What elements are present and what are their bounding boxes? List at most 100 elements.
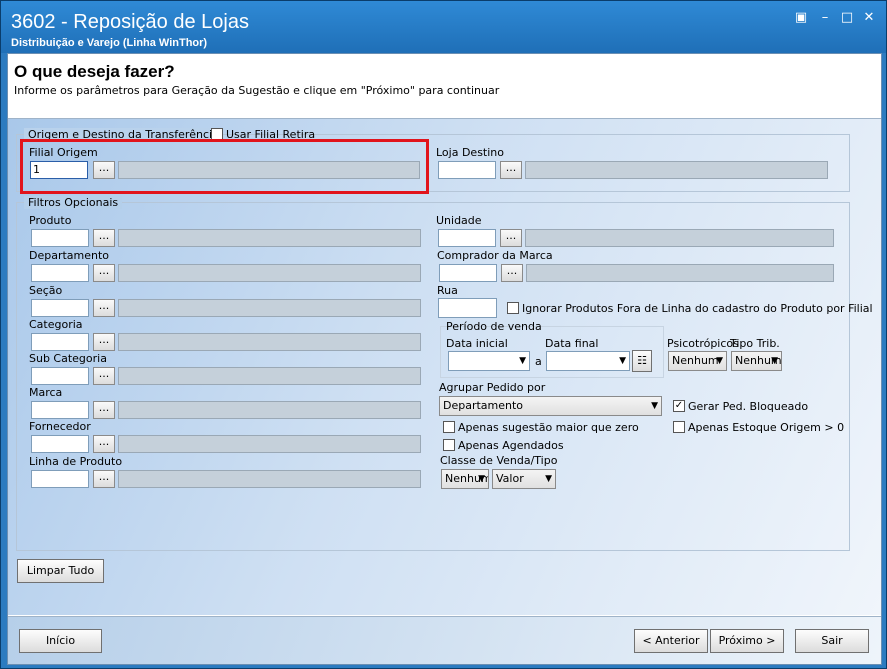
- marca-input[interactable]: [31, 401, 89, 419]
- departamento-lookup-button[interactable]: ...: [93, 264, 115, 282]
- linha-produto-description: [118, 470, 421, 488]
- departamento-input[interactable]: [31, 264, 89, 282]
- page-instruction: Informe os parâmetros para Geração da Su…: [14, 84, 500, 97]
- classe-venda-select[interactable]: Nenhum ▼: [441, 469, 489, 489]
- unidade-input[interactable]: [438, 229, 496, 247]
- marca-lookup-button[interactable]: ...: [93, 401, 115, 419]
- inicio-button[interactable]: Início: [19, 629, 102, 653]
- data-final-label: Data final: [545, 337, 599, 350]
- apenas-agendados-label: Apenas Agendados: [458, 439, 564, 452]
- minimize-icon[interactable]: –: [815, 9, 835, 27]
- data-separator: a: [535, 355, 542, 368]
- maximize-icon[interactable]: □: [837, 9, 857, 27]
- chevron-down-icon: ▼: [545, 474, 552, 484]
- ignorar-fora-linha-checkbox[interactable]: [507, 302, 519, 314]
- secao-label: Seção: [29, 284, 63, 297]
- chevron-down-icon: ▼: [619, 356, 626, 366]
- unidade-label: Unidade: [436, 214, 482, 227]
- chevron-down-icon: ▼: [716, 356, 723, 366]
- restore-icon[interactable]: ▣: [791, 9, 811, 27]
- app-window: 3602 - Reposição de Lojas Distribuição e…: [0, 0, 887, 669]
- sub-categoria-description: [118, 367, 421, 385]
- loja-destino-lookup-button[interactable]: ...: [500, 161, 522, 179]
- comprador-marca-input[interactable]: [439, 264, 497, 282]
- categoria-description: [118, 333, 421, 351]
- secao-description: [118, 299, 421, 317]
- departamento-label: Departamento: [29, 249, 110, 262]
- marca-description: [118, 401, 421, 419]
- rua-input[interactable]: [438, 298, 497, 318]
- sair-button[interactable]: Sair: [795, 629, 869, 653]
- agrupar-pedido-value: Departamento: [443, 399, 524, 412]
- data-inicial-label: Data inicial: [446, 337, 508, 350]
- title-bar[interactable]: 3602 - Reposição de Lojas Distribuição e…: [1, 1, 886, 53]
- secao-input[interactable]: [31, 299, 89, 317]
- apenas-sugestao-checkbox[interactable]: [443, 421, 455, 433]
- departamento-description: [118, 264, 421, 282]
- produto-description: [118, 229, 421, 247]
- agrupar-pedido-label: Agrupar Pedido por: [439, 381, 546, 394]
- limpar-tudo-button[interactable]: Limpar Tudo: [17, 559, 104, 583]
- classe-venda-label: Classe de Venda/Tipo: [440, 454, 558, 467]
- tipo-trib-select[interactable]: Nenhum ▼: [731, 351, 782, 371]
- wizard-body: Origem e Destino da Transferência Usar F…: [8, 119, 881, 615]
- categoria-label: Categoria: [29, 318, 83, 331]
- periodo-venda-label: Período de venda: [446, 320, 542, 333]
- apenas-estoque-label: Apenas Estoque Origem > 0: [688, 421, 845, 434]
- produto-input[interactable]: [31, 229, 89, 247]
- tipo-venda-select[interactable]: Valor ▼: [492, 469, 556, 489]
- proximo-button[interactable]: Próximo >: [710, 629, 784, 653]
- data-final-picker[interactable]: ▼: [546, 351, 630, 371]
- loja-destino-description: [525, 161, 828, 179]
- gerar-ped-bloqueado-checkbox[interactable]: ✓: [673, 400, 685, 412]
- calendar-icon[interactable]: ☷: [632, 350, 652, 372]
- window-title: 3602 - Reposição de Lojas: [11, 11, 249, 33]
- page-title: O que deseja fazer?: [14, 62, 175, 81]
- produto-label: Produto: [29, 214, 72, 227]
- agrupar-pedido-select[interactable]: Departamento ▼: [439, 396, 662, 416]
- secao-lookup-button[interactable]: ...: [93, 299, 115, 317]
- apenas-sugestao-label: Apenas sugestão maior que zero: [458, 421, 639, 434]
- close-icon[interactable]: ✕: [859, 9, 879, 27]
- filters-group-label: Filtros Opcionais: [24, 196, 123, 209]
- chevron-down-icon: ▼: [478, 474, 485, 484]
- produto-lookup-button[interactable]: ...: [93, 229, 115, 247]
- fornecedor-lookup-button[interactable]: ...: [93, 435, 115, 453]
- apenas-estoque-checkbox[interactable]: [673, 421, 685, 433]
- sub-categoria-lookup-button[interactable]: ...: [93, 367, 115, 385]
- psicotropicos-value: Nenhum: [672, 354, 719, 367]
- fornecedor-label: Fornecedor: [29, 420, 91, 433]
- loja-destino-label: Loja Destino: [436, 146, 504, 159]
- chevron-down-icon: ▼: [651, 401, 658, 411]
- linha-produto-lookup-button[interactable]: ...: [93, 470, 115, 488]
- rua-label: Rua: [437, 284, 458, 297]
- wizard-panel: O que deseja fazer? Informe os parâmetro…: [7, 53, 882, 665]
- wizard-footer: Início < Anterior Próximo > Sair: [8, 616, 881, 664]
- chevron-down-icon: ▼: [519, 356, 526, 366]
- marca-label: Marca: [29, 386, 63, 399]
- window-subtitle: Distribuição e Varejo (Linha WinThor): [11, 37, 208, 49]
- apenas-agendados-checkbox[interactable]: [443, 439, 455, 451]
- comprador-marca-description: [526, 264, 834, 282]
- anterior-button[interactable]: < Anterior: [634, 629, 708, 653]
- linha-produto-input[interactable]: [31, 470, 89, 488]
- chevron-down-icon: ▼: [771, 356, 778, 366]
- fornecedor-description: [118, 435, 421, 453]
- comprador-marca-lookup-button[interactable]: ...: [501, 264, 523, 282]
- tipo-trib-label: Tipo Trib.: [730, 337, 780, 350]
- psicotropicos-label: Psicotrópicos: [667, 337, 739, 350]
- unidade-description: [525, 229, 834, 247]
- tipo-venda-value: Valor: [496, 472, 524, 485]
- sub-categoria-input[interactable]: [31, 367, 89, 385]
- psicotropicos-select[interactable]: Nenhum ▼: [668, 351, 727, 371]
- loja-destino-input[interactable]: [438, 161, 496, 179]
- unidade-lookup-button[interactable]: ...: [500, 229, 522, 247]
- categoria-input[interactable]: [31, 333, 89, 351]
- linha-produto-label: Linha de Produto: [29, 455, 123, 468]
- fornecedor-input[interactable]: [31, 435, 89, 453]
- categoria-lookup-button[interactable]: ...: [93, 333, 115, 351]
- sub-categoria-label: Sub Categoria: [29, 352, 107, 365]
- data-inicial-picker[interactable]: ▼: [448, 351, 530, 371]
- wizard-header: O que deseja fazer? Informe os parâmetro…: [8, 54, 881, 119]
- gerar-ped-bloqueado-label: Gerar Ped. Bloqueado: [688, 400, 809, 413]
